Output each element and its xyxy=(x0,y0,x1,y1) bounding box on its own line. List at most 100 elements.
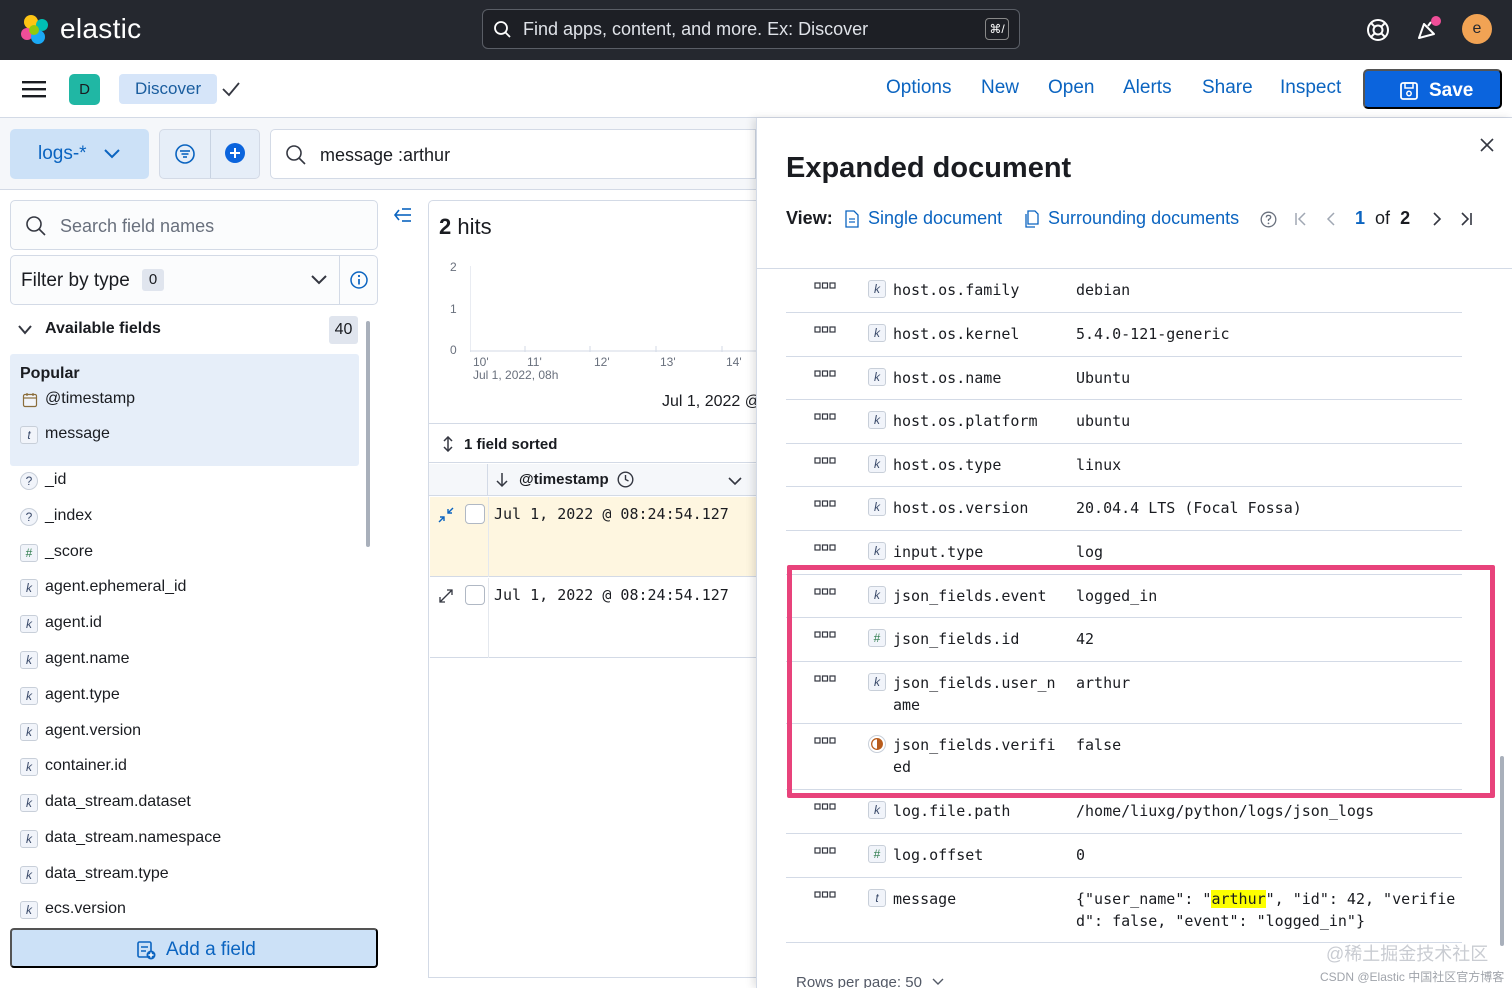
alerts-link[interactable]: Alerts xyxy=(1123,77,1172,99)
space-avatar[interactable]: D xyxy=(69,74,100,105)
field-item[interactable]: k agent.version xyxy=(20,719,360,747)
share-link[interactable]: Share xyxy=(1202,77,1253,99)
elastic-logo-icon[interactable] xyxy=(18,13,52,47)
table-row[interactable]: k host.os.platform ubuntu xyxy=(786,400,1462,444)
add-field-button[interactable]: Add a field xyxy=(10,928,378,968)
table-row[interactable]: t message {"user_name": "arthur", "id": … xyxy=(786,878,1462,943)
field-item[interactable]: k data_stream.type xyxy=(20,862,360,890)
field-item[interactable]: k agent.id xyxy=(20,611,360,639)
table-row[interactable]: Jul 1, 2022 @ 08:24:54.127 xyxy=(430,497,756,577)
row-actions-icon[interactable] xyxy=(814,412,836,422)
collapse-row-icon[interactable] xyxy=(438,507,454,523)
save-button[interactable]: Save xyxy=(1363,69,1502,109)
row-actions-icon[interactable] xyxy=(814,325,836,335)
expand-row-icon[interactable] xyxy=(438,588,454,604)
popular-title: Popular xyxy=(20,365,80,382)
sidebar-scrollbar[interactable] xyxy=(366,321,370,547)
first-page-icon[interactable] xyxy=(1292,209,1310,229)
histogram-chart[interactable] xyxy=(470,266,756,352)
close-icon[interactable] xyxy=(1479,137,1495,153)
row-actions-icon[interactable] xyxy=(814,456,836,466)
field-item[interactable]: ? _id xyxy=(20,468,360,496)
last-page-icon[interactable] xyxy=(1457,209,1475,229)
table-row[interactable]: k input.type log xyxy=(786,531,1462,575)
brand-name[interactable]: elastic xyxy=(60,13,141,45)
row-actions-icon[interactable] xyxy=(814,674,836,684)
field-type-token: ? xyxy=(20,472,38,490)
field-value: /home/liuxg/python/logs/json_logs xyxy=(1076,802,1375,820)
flyout-scrollbar[interactable] xyxy=(1500,756,1504,946)
menu-icon[interactable] xyxy=(22,79,46,99)
query-input[interactable]: message :arthur xyxy=(270,129,756,179)
options-link[interactable]: Options xyxy=(886,77,951,99)
field-name: container.id xyxy=(45,757,127,774)
divider xyxy=(488,497,489,577)
row-actions-icon[interactable] xyxy=(814,281,836,291)
search-field-names-input[interactable]: Search field names xyxy=(10,200,378,250)
question-icon[interactable] xyxy=(1260,211,1277,228)
collapse-sidebar-icon[interactable] xyxy=(392,206,414,224)
row-actions-icon[interactable] xyxy=(814,802,836,812)
field-item[interactable]: k container.id xyxy=(20,754,360,782)
row-checkbox[interactable] xyxy=(465,585,485,605)
open-link[interactable]: Open xyxy=(1048,77,1094,99)
field-item[interactable]: k agent.type xyxy=(20,683,360,711)
plus-circle-icon[interactable] xyxy=(224,142,246,164)
row-actions-icon[interactable] xyxy=(814,369,836,379)
field-item[interactable]: k data_stream.dataset xyxy=(20,790,360,818)
table-row[interactable]: # log.offset 0 xyxy=(786,834,1462,878)
table-row[interactable]: Jul 1, 2022 @ 08:24:54.127 xyxy=(430,578,756,658)
search-field-placeholder: Search field names xyxy=(60,216,215,236)
previous-page-icon[interactable] xyxy=(1322,209,1340,229)
breadcrumb-discover[interactable]: Discover xyxy=(119,74,218,104)
user-avatar[interactable]: e xyxy=(1462,14,1492,44)
row-actions-icon[interactable] xyxy=(814,630,836,640)
info-icon[interactable] xyxy=(349,270,369,290)
filter-by-type-dropdown[interactable]: Filter by type 0 xyxy=(10,255,378,305)
table-row[interactable]: k json_fields.user_name arthur xyxy=(786,662,1462,724)
table-row[interactable]: json_fields.verified false xyxy=(786,724,1462,790)
field-item[interactable]: # _score xyxy=(20,540,360,568)
sort-control[interactable]: 1 field sorted xyxy=(429,423,757,463)
field-value: 0 xyxy=(1076,846,1086,864)
table-row[interactable]: # json_fields.id 42 xyxy=(786,618,1462,662)
global-search-input[interactable]: Find apps, content, and more. Ex: Discov… xyxy=(482,9,1020,49)
table-row[interactable]: k host.os.name Ubuntu xyxy=(786,357,1462,400)
field-item[interactable]: k agent.ephemeral_id xyxy=(20,575,360,603)
help-lifebuoy-icon[interactable] xyxy=(1364,16,1392,44)
row-actions-icon[interactable] xyxy=(814,499,836,509)
row-actions-icon[interactable] xyxy=(814,587,836,597)
divider xyxy=(210,130,211,178)
field-item[interactable]: t message xyxy=(20,422,360,450)
timestamp-column-header[interactable]: @timestamp xyxy=(429,464,757,496)
news-feed-icon[interactable] xyxy=(1414,16,1442,44)
field-item[interactable]: k ecs.version xyxy=(20,897,360,925)
field-name: data_stream.namespace xyxy=(45,829,222,846)
table-row[interactable]: k host.os.version 20.04.4 LTS (Focal Fos… xyxy=(786,487,1462,531)
sort-icon xyxy=(443,436,453,452)
available-fields-toggle[interactable]: Available fields 40 xyxy=(0,315,370,345)
row-actions-icon[interactable] xyxy=(814,846,836,856)
field-item[interactable]: k data_stream.namespace xyxy=(20,826,360,854)
rows-per-page-selector[interactable]: Rows per page: 50 xyxy=(796,974,944,988)
row-actions-icon[interactable] xyxy=(814,890,836,900)
field-item[interactable]: ? _index xyxy=(20,504,360,532)
chevron-down-icon[interactable] xyxy=(727,474,743,488)
surrounding-documents-link[interactable]: Surrounding documents xyxy=(1048,208,1239,229)
new-link[interactable]: New xyxy=(981,77,1019,99)
table-row[interactable]: k host.os.kernel 5.4.0-121-generic xyxy=(786,313,1462,357)
table-row[interactable]: k log.file.path /home/liuxg/python/logs/… xyxy=(786,790,1462,834)
row-actions-icon[interactable] xyxy=(814,543,836,553)
filter-icon[interactable] xyxy=(174,143,196,165)
index-pattern-selector[interactable]: logs-* xyxy=(10,129,149,179)
row-actions-icon[interactable] xyxy=(814,736,836,746)
table-row[interactable]: k json_fields.event logged_in xyxy=(786,575,1462,618)
table-row[interactable]: k host.os.type linux xyxy=(786,444,1462,487)
field-item[interactable]: k agent.name xyxy=(20,647,360,675)
field-item[interactable]: @timestamp xyxy=(20,387,360,415)
row-checkbox[interactable] xyxy=(465,504,485,524)
next-page-icon[interactable] xyxy=(1428,209,1446,229)
single-document-link[interactable]: Single document xyxy=(868,208,1002,229)
inspect-link[interactable]: Inspect xyxy=(1280,77,1341,99)
table-row[interactable]: k host.os.family debian xyxy=(786,269,1462,313)
